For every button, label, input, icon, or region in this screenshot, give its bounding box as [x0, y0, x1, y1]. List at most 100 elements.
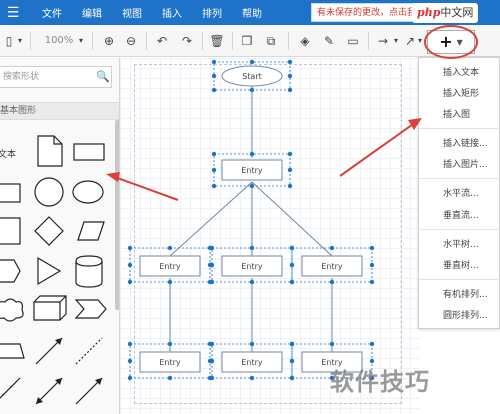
- shape-note[interactable]: [37, 135, 63, 167]
- connection-icon[interactable]: →: [372, 33, 394, 49]
- resize-handle[interactable]: [249, 245, 255, 251]
- resize-handle[interactable]: [211, 167, 217, 173]
- undo-icon[interactable]: ↶: [153, 33, 171, 49]
- menu-item-circle-layout[interactable]: 圆形排列...: [443, 308, 488, 321]
- menu-item-vertical-tree[interactable]: 垂直树...: [443, 258, 479, 271]
- resize-handle[interactable]: [249, 279, 255, 285]
- resize-handle[interactable]: [289, 358, 295, 364]
- resize-handle[interactable]: [127, 341, 133, 347]
- menu-file[interactable]: 文件: [32, 5, 72, 20]
- resize-handle[interactable]: [211, 73, 217, 79]
- resize-handle[interactable]: [289, 279, 295, 285]
- resize-handle[interactable]: [211, 87, 217, 93]
- resize-handle[interactable]: [369, 245, 375, 251]
- shadow-icon[interactable]: ▭: [344, 33, 362, 49]
- resize-handle[interactable]: [209, 358, 215, 364]
- fill-color-icon[interactable]: ◈: [296, 33, 314, 49]
- resize-handle[interactable]: [167, 279, 173, 285]
- shape-ellipse[interactable]: [72, 180, 104, 204]
- resize-handle[interactable]: [287, 183, 293, 189]
- zoom-dropdown-icon[interactable]: ▾: [76, 33, 86, 49]
- shape-line[interactable]: [0, 377, 21, 404]
- resize-handle[interactable]: [289, 262, 295, 268]
- shape-cube[interactable]: [33, 295, 67, 321]
- menu-arrange[interactable]: 排列: [192, 5, 232, 20]
- shape-text[interactable]: 文本: [0, 148, 16, 160]
- resize-handle[interactable]: [127, 375, 133, 381]
- resize-handle[interactable]: [249, 87, 255, 93]
- shape-parallelogram[interactable]: [77, 221, 105, 241]
- resize-handle[interactable]: [249, 59, 255, 65]
- resize-handle[interactable]: [287, 151, 293, 157]
- waypoints-dropdown-icon[interactable]: ▾: [416, 33, 424, 49]
- menu-item-insert-ellipse[interactable]: 插入图: [443, 107, 470, 120]
- menu-view[interactable]: 视图: [112, 5, 152, 20]
- resize-handle[interactable]: [127, 279, 133, 285]
- zoom-level[interactable]: 100%: [42, 33, 76, 49]
- zoom-in-icon[interactable]: ⊕: [100, 33, 118, 49]
- menu-item-organic-layout[interactable]: 有机排列...: [443, 287, 488, 300]
- shape-rounded-rectangle[interactable]: [0, 183, 21, 203]
- resize-handle[interactable]: [289, 245, 295, 251]
- to-back-icon[interactable]: ⧉: [262, 33, 280, 49]
- resize-handle[interactable]: [167, 341, 173, 347]
- shape-diamond[interactable]: [34, 216, 64, 246]
- shape-dashed-line[interactable]: [75, 337, 103, 365]
- to-front-icon[interactable]: ❐: [238, 33, 256, 49]
- resize-handle[interactable]: [127, 358, 133, 364]
- resize-handle[interactable]: [209, 375, 215, 381]
- shape-triangle[interactable]: [37, 256, 62, 286]
- resize-handle[interactable]: [249, 341, 255, 347]
- resize-handle[interactable]: [287, 59, 293, 65]
- menu-item-horizontal-tree[interactable]: 水平树...: [443, 237, 479, 250]
- resize-handle[interactable]: [209, 262, 215, 268]
- format-dropdown-icon[interactable]: ▾: [14, 33, 26, 49]
- resize-handle[interactable]: [287, 73, 293, 79]
- menu-item-horizontal-flow[interactable]: 水平流...: [443, 186, 479, 199]
- shape-circle[interactable]: [34, 177, 64, 207]
- diagram-canvas[interactable]: Start Entry Entry Entry Entry Entry Entr…: [120, 58, 420, 414]
- zoom-out-icon[interactable]: ⊖: [122, 33, 140, 49]
- shape-hexagon[interactable]: [0, 259, 21, 283]
- resize-handle[interactable]: [249, 375, 255, 381]
- connection-dropdown-icon[interactable]: ▾: [392, 33, 400, 49]
- resize-handle[interactable]: [249, 183, 255, 189]
- resize-handle[interactable]: [289, 375, 295, 381]
- resize-handle[interactable]: [127, 262, 133, 268]
- menu-item-insert-text[interactable]: 插入文本: [443, 65, 479, 78]
- resize-handle[interactable]: [287, 167, 293, 173]
- resize-handle[interactable]: [209, 279, 215, 285]
- resize-handle[interactable]: [211, 59, 217, 65]
- resize-handle[interactable]: [249, 151, 255, 157]
- resize-handle[interactable]: [329, 341, 335, 347]
- resize-handle[interactable]: [369, 279, 375, 285]
- delete-icon[interactable]: 🗑: [208, 33, 226, 49]
- resize-handle[interactable]: [329, 279, 335, 285]
- menu-item-vertical-flow[interactable]: 垂直流...: [443, 208, 479, 221]
- menu-item-insert-image[interactable]: 插入图片...: [443, 157, 488, 170]
- resize-handle[interactable]: [289, 341, 295, 347]
- resize-handle[interactable]: [209, 341, 215, 347]
- resize-handle[interactable]: [127, 245, 133, 251]
- resize-handle[interactable]: [369, 341, 375, 347]
- shape-trapezoid[interactable]: [0, 343, 25, 359]
- resize-handle[interactable]: [211, 183, 217, 189]
- resize-handle[interactable]: [167, 245, 173, 251]
- resize-handle[interactable]: [369, 262, 375, 268]
- resize-handle[interactable]: [209, 245, 215, 251]
- shape-cylinder[interactable]: [75, 255, 103, 288]
- menu-insert[interactable]: 插入: [152, 5, 192, 20]
- connector-entry-right[interactable]: [251, 181, 333, 257]
- resize-handle[interactable]: [211, 151, 217, 157]
- line-color-icon[interactable]: ✎: [320, 33, 338, 49]
- menu-help[interactable]: 帮助: [232, 5, 272, 20]
- connector-entry-left[interactable]: [169, 181, 253, 257]
- shape-rectangle[interactable]: [73, 143, 105, 161]
- resize-handle[interactable]: [329, 245, 335, 251]
- resize-handle[interactable]: [167, 375, 173, 381]
- menu-item-insert-link[interactable]: 插入链接...: [443, 136, 488, 149]
- menu-item-insert-rectangle[interactable]: 插入矩形: [443, 86, 479, 99]
- app-menu-icon[interactable]: ☰: [0, 0, 26, 25]
- shape-cloud[interactable]: [0, 298, 24, 322]
- menu-edit[interactable]: 编辑: [72, 5, 112, 20]
